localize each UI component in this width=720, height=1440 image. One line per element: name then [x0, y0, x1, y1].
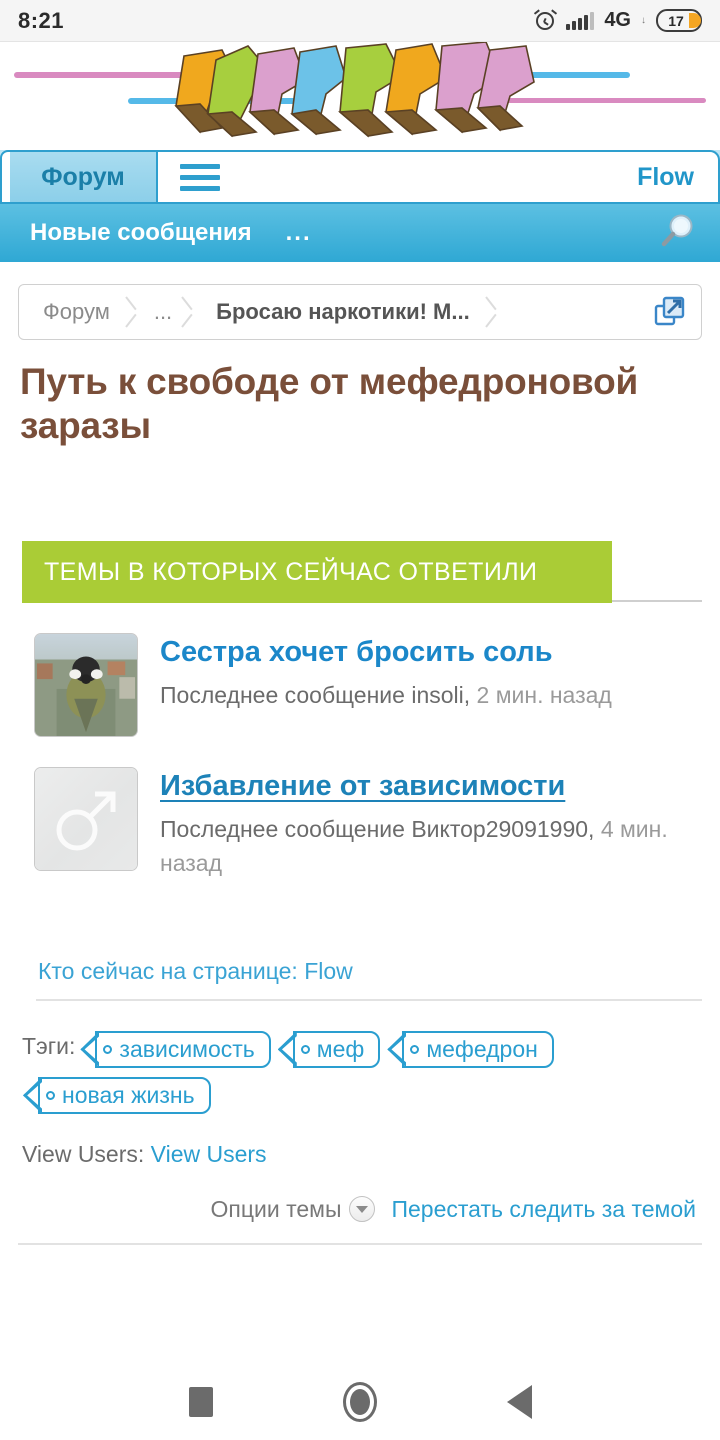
thread-last-post: Последнее сообщение insoli, 2 мин. назад — [160, 682, 612, 709]
section-header-bar: ТЕМЫ В КОТОРЫХ СЕЙЧАС ОТВЕТИЛИ — [22, 541, 612, 604]
breadcrumb-separator — [484, 285, 502, 339]
external-link-icon[interactable] — [653, 295, 687, 329]
tag-dot-icon — [46, 1090, 55, 1100]
breadcrumb-separator — [124, 285, 142, 339]
thread-title-link[interactable]: Сестра хочет бросить соль — [160, 636, 553, 669]
list-item[interactable]: Сестра хочет бросить соль Последнее сооб… — [18, 633, 702, 738]
sub-nav-left: Новые сообщения ... — [30, 219, 312, 247]
new-messages-link[interactable]: Новые сообщения — [30, 219, 252, 247]
last-post-prefix: Последнее сообщение — [160, 682, 405, 709]
section-divider — [36, 998, 702, 1001]
status-icons: 4G ↓ 17 — [534, 9, 702, 32]
tag-dot-icon — [300, 1044, 310, 1054]
breadcrumb-separator — [180, 285, 198, 339]
recents-icon[interactable] — [188, 1387, 213, 1417]
avatar-photo-bird — [35, 634, 137, 737]
network-type-label: 4G — [604, 9, 631, 31]
tab-forum[interactable]: Форум — [10, 150, 158, 202]
thread-options-row: Опции темы Перестать следить за темой — [18, 1196, 702, 1223]
current-user-link[interactable]: Flow — [637, 163, 694, 192]
tab-row: Форум Flow — [0, 150, 720, 204]
tag-chip[interactable]: зависимость — [95, 1031, 271, 1068]
thread-title-link[interactable]: Избавление от зависимости — [160, 770, 565, 803]
tag-dot-icon — [410, 1044, 420, 1054]
back-icon[interactable] — [506, 1385, 532, 1419]
alarm-icon — [534, 9, 558, 31]
hamburger-icon[interactable] — [180, 163, 220, 191]
site-banner — [0, 42, 720, 150]
tag-chip[interactable]: мефедрон — [402, 1031, 554, 1068]
search-icon[interactable] — [656, 212, 698, 254]
android-nav-bar — [0, 1364, 720, 1440]
battery-icon: 17 — [656, 9, 702, 32]
status-bar: 8:21 4G ↓ 17 — [0, 0, 720, 42]
breadcrumb-item-forum[interactable]: Форум — [19, 299, 124, 325]
section-header-rule — [612, 600, 702, 603]
last-post-author[interactable]: Виктор29091990 — [411, 816, 588, 842]
view-users-label: View Users: — [22, 1140, 145, 1167]
tags-row: Тэги: зависимость меф мефедрон новая жизнь — [18, 1023, 702, 1115]
thread-meta: Сестра хочет бросить соль Последнее сооб… — [160, 633, 612, 737]
recent-threads-list: Сестра хочет бросить соль Последнее сооб… — [18, 633, 702, 880]
avatar[interactable] — [34, 633, 138, 738]
chevron-down-icon[interactable] — [349, 1196, 376, 1223]
breadcrumb: Форум ... Бросаю наркотики! М... — [18, 284, 702, 340]
tab-bar-right: Flow — [158, 150, 720, 202]
last-post-prefix: Последнее сообщение — [160, 816, 405, 843]
thread-last-post: Последнее сообщение Виктор29091990, 4 ми… — [160, 816, 668, 876]
tags-label: Тэги: — [22, 1032, 76, 1059]
male-symbol-icon — [56, 791, 116, 851]
page-content: Форум ... Бросаю наркотики! М... Путь к … — [0, 284, 720, 1245]
tab-left-spacer — [0, 150, 10, 202]
unwatch-thread-link[interactable]: Перестать следить за темой — [391, 1196, 696, 1223]
tag-chip[interactable]: меф — [292, 1031, 381, 1068]
tag-label: мефедрон — [426, 1036, 538, 1063]
tag-label: новая жизнь — [62, 1082, 195, 1109]
section-header: ТЕМЫ В КОТОРЫХ СЕЙЧАС ОТВЕТИЛИ — [18, 541, 702, 607]
forum-nav: Форум Flow Новые сообщения ... — [0, 150, 720, 262]
list-item[interactable]: Избавление от зависимости Последнее сооб… — [18, 767, 702, 880]
phone-screen: 8:21 4G ↓ 17 Форум Flow Новые сообщения … — [0, 0, 720, 1440]
avatar[interactable] — [34, 767, 138, 872]
status-clock: 8:21 — [18, 7, 65, 33]
data-transfer-icon: ↓ — [641, 14, 646, 26]
online-users-link[interactable]: Кто сейчас на странице: Flow — [18, 958, 702, 985]
home-icon[interactable] — [342, 1382, 377, 1422]
graffiti-logo — [174, 42, 535, 138]
view-users-row: View Users: View Users — [18, 1141, 702, 1168]
thread-options-button[interactable]: Опции темы — [210, 1195, 376, 1223]
tag-label: зависимость — [119, 1036, 255, 1063]
thread-options-label: Опции темы — [210, 1195, 342, 1222]
last-post-time: 2 мин. назад — [476, 682, 612, 709]
tag-dot-icon — [103, 1044, 113, 1054]
avatar-default-male — [35, 768, 137, 871]
page-title: Путь к свободе от мефедроновой заразы — [20, 361, 639, 446]
breadcrumb-item-current[interactable]: Бросаю наркотики! М... — [198, 299, 484, 325]
breadcrumb-item-ellipsis[interactable]: ... — [142, 299, 180, 325]
tag-label: меф — [316, 1036, 365, 1063]
battery-level-label: 17 — [668, 12, 684, 29]
sub-nav-bar: Новые сообщения ... — [0, 204, 720, 262]
section-header-label: ТЕМЫ В КОТОРЫХ СЕЙЧАС ОТВЕТИЛИ — [44, 557, 538, 586]
last-post-author[interactable]: insoli — [411, 682, 463, 708]
tag-chip[interactable]: новая жизнь — [38, 1077, 211, 1114]
view-users-link[interactable]: View Users — [151, 1141, 267, 1167]
subnav-more-button[interactable]: ... — [286, 219, 312, 247]
footer-divider — [18, 1242, 702, 1245]
thread-meta: Избавление от зависимости Последнее сооб… — [160, 767, 702, 880]
signal-icon — [566, 11, 595, 30]
